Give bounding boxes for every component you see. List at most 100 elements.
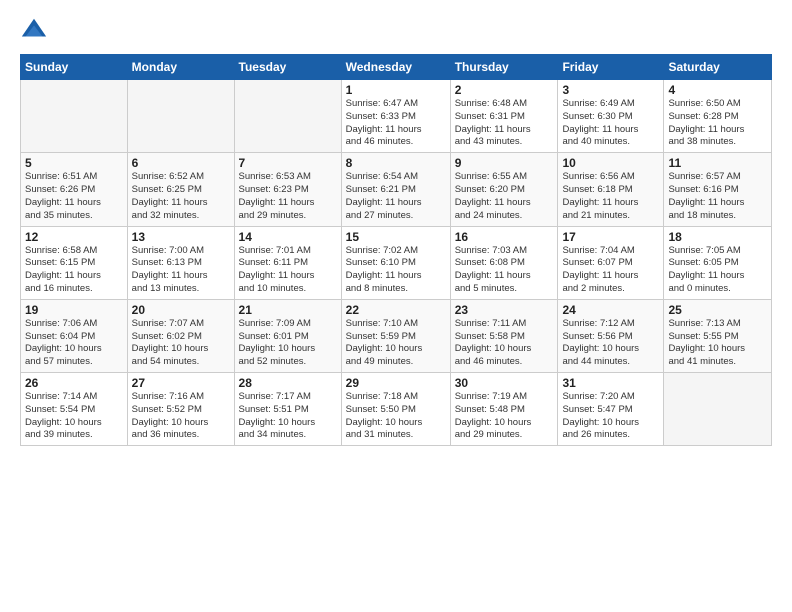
day-number: 4 — [668, 83, 767, 97]
weekday-friday: Friday — [558, 55, 664, 80]
weekday-monday: Monday — [127, 55, 234, 80]
calendar: SundayMondayTuesdayWednesdayThursdayFrid… — [20, 54, 772, 446]
day-info: Sunrise: 6:55 AM Sunset: 6:20 PM Dayligh… — [455, 171, 554, 222]
day-info: Sunrise: 7:07 AM Sunset: 6:02 PM Dayligh… — [132, 318, 230, 369]
day-cell: 28Sunrise: 7:17 AM Sunset: 5:51 PM Dayli… — [234, 373, 341, 446]
weekday-header-row: SundayMondayTuesdayWednesdayThursdayFrid… — [21, 55, 772, 80]
day-info: Sunrise: 7:00 AM Sunset: 6:13 PM Dayligh… — [132, 245, 230, 296]
weekday-wednesday: Wednesday — [341, 55, 450, 80]
weekday-thursday: Thursday — [450, 55, 558, 80]
day-info: Sunrise: 7:10 AM Sunset: 5:59 PM Dayligh… — [346, 318, 446, 369]
day-number: 27 — [132, 376, 230, 390]
day-info: Sunrise: 6:50 AM Sunset: 6:28 PM Dayligh… — [668, 98, 767, 149]
day-info: Sunrise: 7:01 AM Sunset: 6:11 PM Dayligh… — [239, 245, 337, 296]
day-cell: 24Sunrise: 7:12 AM Sunset: 5:56 PM Dayli… — [558, 299, 664, 372]
day-number: 8 — [346, 156, 446, 170]
day-number: 2 — [455, 83, 554, 97]
day-cell: 21Sunrise: 7:09 AM Sunset: 6:01 PM Dayli… — [234, 299, 341, 372]
day-info: Sunrise: 7:11 AM Sunset: 5:58 PM Dayligh… — [455, 318, 554, 369]
day-info: Sunrise: 7:03 AM Sunset: 6:08 PM Dayligh… — [455, 245, 554, 296]
weekday-sunday: Sunday — [21, 55, 128, 80]
weekday-saturday: Saturday — [664, 55, 772, 80]
day-cell: 13Sunrise: 7:00 AM Sunset: 6:13 PM Dayli… — [127, 226, 234, 299]
day-number: 1 — [346, 83, 446, 97]
day-info: Sunrise: 6:51 AM Sunset: 6:26 PM Dayligh… — [25, 171, 123, 222]
day-cell: 18Sunrise: 7:05 AM Sunset: 6:05 PM Dayli… — [664, 226, 772, 299]
day-number: 23 — [455, 303, 554, 317]
day-info: Sunrise: 6:47 AM Sunset: 6:33 PM Dayligh… — [346, 98, 446, 149]
day-number: 14 — [239, 230, 337, 244]
weekday-tuesday: Tuesday — [234, 55, 341, 80]
day-number: 29 — [346, 376, 446, 390]
day-number: 3 — [562, 83, 659, 97]
day-info: Sunrise: 7:02 AM Sunset: 6:10 PM Dayligh… — [346, 245, 446, 296]
day-info: Sunrise: 7:04 AM Sunset: 6:07 PM Dayligh… — [562, 245, 659, 296]
day-number: 9 — [455, 156, 554, 170]
day-info: Sunrise: 7:19 AM Sunset: 5:48 PM Dayligh… — [455, 391, 554, 442]
day-info: Sunrise: 6:48 AM Sunset: 6:31 PM Dayligh… — [455, 98, 554, 149]
day-cell: 5Sunrise: 6:51 AM Sunset: 6:26 PM Daylig… — [21, 153, 128, 226]
day-info: Sunrise: 7:09 AM Sunset: 6:01 PM Dayligh… — [239, 318, 337, 369]
day-info: Sunrise: 7:13 AM Sunset: 5:55 PM Dayligh… — [668, 318, 767, 369]
day-info: Sunrise: 7:18 AM Sunset: 5:50 PM Dayligh… — [346, 391, 446, 442]
day-cell: 15Sunrise: 7:02 AM Sunset: 6:10 PM Dayli… — [341, 226, 450, 299]
day-cell: 1Sunrise: 6:47 AM Sunset: 6:33 PM Daylig… — [341, 80, 450, 153]
day-cell: 12Sunrise: 6:58 AM Sunset: 6:15 PM Dayli… — [21, 226, 128, 299]
day-cell — [664, 373, 772, 446]
day-cell: 14Sunrise: 7:01 AM Sunset: 6:11 PM Dayli… — [234, 226, 341, 299]
day-cell: 8Sunrise: 6:54 AM Sunset: 6:21 PM Daylig… — [341, 153, 450, 226]
day-cell: 29Sunrise: 7:18 AM Sunset: 5:50 PM Dayli… — [341, 373, 450, 446]
day-info: Sunrise: 6:54 AM Sunset: 6:21 PM Dayligh… — [346, 171, 446, 222]
day-cell: 16Sunrise: 7:03 AM Sunset: 6:08 PM Dayli… — [450, 226, 558, 299]
day-number: 13 — [132, 230, 230, 244]
day-cell: 27Sunrise: 7:16 AM Sunset: 5:52 PM Dayli… — [127, 373, 234, 446]
logo — [20, 16, 52, 44]
day-number: 16 — [455, 230, 554, 244]
day-info: Sunrise: 7:06 AM Sunset: 6:04 PM Dayligh… — [25, 318, 123, 369]
week-row-4: 19Sunrise: 7:06 AM Sunset: 6:04 PM Dayli… — [21, 299, 772, 372]
day-number: 30 — [455, 376, 554, 390]
day-number: 24 — [562, 303, 659, 317]
day-info: Sunrise: 6:56 AM Sunset: 6:18 PM Dayligh… — [562, 171, 659, 222]
day-number: 17 — [562, 230, 659, 244]
day-info: Sunrise: 6:52 AM Sunset: 6:25 PM Dayligh… — [132, 171, 230, 222]
day-cell — [234, 80, 341, 153]
day-number: 26 — [25, 376, 123, 390]
day-number: 18 — [668, 230, 767, 244]
day-cell: 6Sunrise: 6:52 AM Sunset: 6:25 PM Daylig… — [127, 153, 234, 226]
day-number: 7 — [239, 156, 337, 170]
day-info: Sunrise: 7:14 AM Sunset: 5:54 PM Dayligh… — [25, 391, 123, 442]
day-cell: 26Sunrise: 7:14 AM Sunset: 5:54 PM Dayli… — [21, 373, 128, 446]
day-cell: 23Sunrise: 7:11 AM Sunset: 5:58 PM Dayli… — [450, 299, 558, 372]
day-cell: 17Sunrise: 7:04 AM Sunset: 6:07 PM Dayli… — [558, 226, 664, 299]
day-cell — [127, 80, 234, 153]
day-cell — [21, 80, 128, 153]
week-row-5: 26Sunrise: 7:14 AM Sunset: 5:54 PM Dayli… — [21, 373, 772, 446]
day-cell: 19Sunrise: 7:06 AM Sunset: 6:04 PM Dayli… — [21, 299, 128, 372]
page: SundayMondayTuesdayWednesdayThursdayFrid… — [0, 0, 792, 612]
week-row-2: 5Sunrise: 6:51 AM Sunset: 6:26 PM Daylig… — [21, 153, 772, 226]
day-number: 12 — [25, 230, 123, 244]
day-number: 21 — [239, 303, 337, 317]
day-cell: 4Sunrise: 6:50 AM Sunset: 6:28 PM Daylig… — [664, 80, 772, 153]
header — [20, 16, 772, 44]
day-number: 25 — [668, 303, 767, 317]
day-number: 20 — [132, 303, 230, 317]
day-info: Sunrise: 6:53 AM Sunset: 6:23 PM Dayligh… — [239, 171, 337, 222]
day-info: Sunrise: 6:49 AM Sunset: 6:30 PM Dayligh… — [562, 98, 659, 149]
day-info: Sunrise: 6:58 AM Sunset: 6:15 PM Dayligh… — [25, 245, 123, 296]
day-cell: 7Sunrise: 6:53 AM Sunset: 6:23 PM Daylig… — [234, 153, 341, 226]
day-number: 19 — [25, 303, 123, 317]
day-info: Sunrise: 7:16 AM Sunset: 5:52 PM Dayligh… — [132, 391, 230, 442]
day-info: Sunrise: 7:05 AM Sunset: 6:05 PM Dayligh… — [668, 245, 767, 296]
day-number: 11 — [668, 156, 767, 170]
day-cell: 11Sunrise: 6:57 AM Sunset: 6:16 PM Dayli… — [664, 153, 772, 226]
day-cell: 10Sunrise: 6:56 AM Sunset: 6:18 PM Dayli… — [558, 153, 664, 226]
day-number: 5 — [25, 156, 123, 170]
day-number: 10 — [562, 156, 659, 170]
day-cell: 30Sunrise: 7:19 AM Sunset: 5:48 PM Dayli… — [450, 373, 558, 446]
week-row-3: 12Sunrise: 6:58 AM Sunset: 6:15 PM Dayli… — [21, 226, 772, 299]
day-info: Sunrise: 7:17 AM Sunset: 5:51 PM Dayligh… — [239, 391, 337, 442]
day-info: Sunrise: 6:57 AM Sunset: 6:16 PM Dayligh… — [668, 171, 767, 222]
day-cell: 31Sunrise: 7:20 AM Sunset: 5:47 PM Dayli… — [558, 373, 664, 446]
